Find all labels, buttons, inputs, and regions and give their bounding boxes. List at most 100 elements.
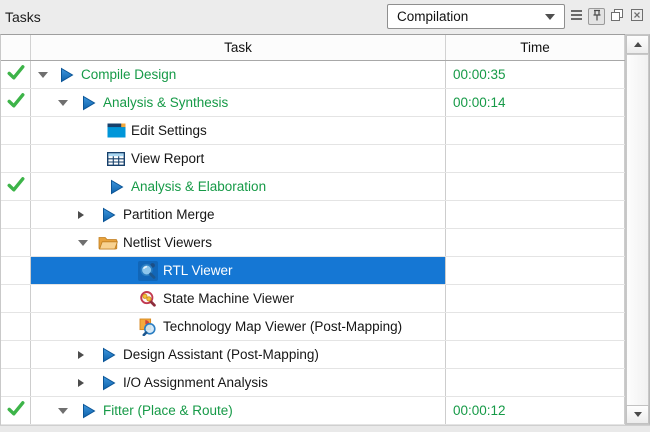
task-time — [446, 313, 625, 340]
task-time — [446, 257, 625, 284]
table-header: Task Time — [1, 35, 625, 61]
status-cell — [1, 145, 31, 172]
status-cell — [1, 257, 31, 284]
vertical-scrollbar[interactable] — [625, 34, 650, 425]
task-row[interactable]: Partition Merge — [1, 201, 625, 229]
pin-icon — [591, 9, 603, 25]
expander-down-icon[interactable] — [38, 72, 48, 78]
status-cell — [1, 341, 31, 368]
task-row[interactable]: Design Assistant (Post-Mapping) — [1, 341, 625, 369]
task-cell[interactable]: Fitter (Place & Route) — [31, 397, 446, 424]
status-cell — [1, 285, 31, 312]
flow-selector-dropdown[interactable]: Compilation — [387, 4, 565, 29]
task-cell[interactable]: Netlist Viewers — [31, 229, 446, 256]
task-label: Technology Map Viewer (Post-Mapping) — [163, 319, 402, 334]
check-icon — [7, 65, 25, 85]
panel-float-button[interactable] — [608, 8, 625, 25]
expander-right-icon[interactable] — [78, 211, 84, 219]
folder-open-icon — [98, 233, 118, 253]
task-time: 00:00:12 — [446, 397, 625, 424]
play-icon — [56, 65, 76, 85]
task-row[interactable]: Compile Design00:00:35 — [1, 61, 625, 89]
panel-menu-button[interactable] — [568, 8, 585, 25]
task-cell[interactable]: State Machine Viewer — [31, 285, 446, 312]
task-row[interactable]: Analysis & Synthesis 00:00:14 — [1, 89, 625, 117]
tasks-table: Task Time Compile Design00:00:35Analysis… — [0, 34, 625, 425]
scrollbar-thumb[interactable] — [626, 54, 649, 407]
task-row[interactable]: Edit Settings — [1, 117, 625, 145]
status-cell — [1, 89, 31, 116]
scroll-up-button[interactable] — [626, 35, 649, 54]
task-cell[interactable]: View Report — [31, 145, 446, 172]
play-icon — [78, 401, 98, 421]
task-label: Analysis & Elaboration — [131, 179, 266, 194]
task-label: Netlist Viewers — [123, 235, 212, 250]
task-label: Design Assistant (Post-Mapping) — [123, 347, 319, 362]
column-header-time[interactable]: Time — [446, 35, 625, 60]
check-icon — [7, 93, 25, 113]
task-time: 00:00:14 — [446, 89, 625, 116]
flow-selector-value: Compilation — [397, 9, 468, 24]
task-row[interactable]: State Machine Viewer — [1, 285, 625, 313]
expander-right-icon[interactable] — [78, 351, 84, 359]
float-icon — [610, 8, 624, 25]
column-header-status[interactable] — [1, 35, 31, 60]
panel-bottom-edge — [0, 425, 650, 432]
hamburger-icon — [570, 9, 583, 24]
report-table-icon — [106, 149, 126, 169]
task-cell[interactable]: Design Assistant (Post-Mapping) — [31, 341, 446, 368]
task-row[interactable]: I/O Assignment Analysis — [1, 369, 625, 397]
panel-titlebar: Tasks Compilation — [0, 0, 650, 33]
task-row[interactable]: Analysis & Elaboration — [1, 173, 625, 201]
task-cell[interactable]: Analysis & Synthesis — [31, 89, 446, 116]
task-time — [446, 229, 625, 256]
close-icon — [630, 8, 644, 25]
column-header-task[interactable]: Task — [31, 35, 446, 60]
expander-down-icon[interactable] — [58, 100, 68, 106]
panel-pin-button[interactable] — [588, 8, 605, 25]
expander-right-icon[interactable] — [78, 379, 84, 387]
task-label: State Machine Viewer — [163, 291, 294, 306]
task-time — [446, 201, 625, 228]
task-time — [446, 117, 625, 144]
task-label: Edit Settings — [131, 123, 207, 138]
task-label: View Report — [131, 151, 204, 166]
play-icon — [78, 93, 98, 113]
task-row[interactable]: Technology Map Viewer (Post-Mapping) — [1, 313, 625, 341]
task-label: Fitter (Place & Route) — [103, 403, 233, 418]
check-icon — [7, 401, 25, 421]
task-row[interactable]: View Report — [1, 145, 625, 173]
task-row[interactable]: Fitter (Place & Route) 00:00:12 — [1, 397, 625, 425]
task-label: Analysis & Synthesis — [103, 95, 228, 110]
task-time — [446, 285, 625, 312]
status-cell — [1, 397, 31, 424]
panel-close-button[interactable] — [628, 8, 645, 25]
scroll-down-button[interactable] — [626, 405, 649, 424]
task-cell[interactable]: Analysis & Elaboration — [31, 173, 446, 200]
state-machine-viewer-icon — [138, 289, 158, 309]
status-cell — [1, 369, 31, 396]
technology-map-viewer-icon — [138, 317, 158, 337]
status-cell — [1, 173, 31, 200]
status-cell — [1, 313, 31, 340]
task-row[interactable]: Netlist Viewers — [1, 229, 625, 257]
task-cell-selected[interactable]: RTL Viewer — [31, 257, 446, 284]
play-icon — [106, 177, 126, 197]
expander-down-icon[interactable] — [78, 240, 88, 246]
tasks-panel: Tasks Compilation — [0, 0, 650, 432]
task-cell[interactable]: Technology Map Viewer (Post-Mapping) — [31, 313, 446, 340]
play-icon — [98, 373, 118, 393]
task-cell[interactable]: Edit Settings — [31, 117, 446, 144]
status-cell — [1, 229, 31, 256]
task-cell[interactable]: Partition Merge — [31, 201, 446, 228]
status-cell — [1, 61, 31, 88]
play-icon — [98, 205, 118, 225]
task-time: 00:00:35 — [446, 61, 625, 88]
task-row[interactable]: RTL Viewer — [1, 257, 625, 285]
up-arrow-icon — [634, 42, 642, 47]
expander-down-icon[interactable] — [58, 408, 68, 414]
settings-window-icon — [106, 121, 126, 141]
chevron-down-icon — [545, 14, 555, 20]
task-cell[interactable]: I/O Assignment Analysis — [31, 369, 446, 396]
task-cell[interactable]: Compile Design — [31, 61, 446, 88]
